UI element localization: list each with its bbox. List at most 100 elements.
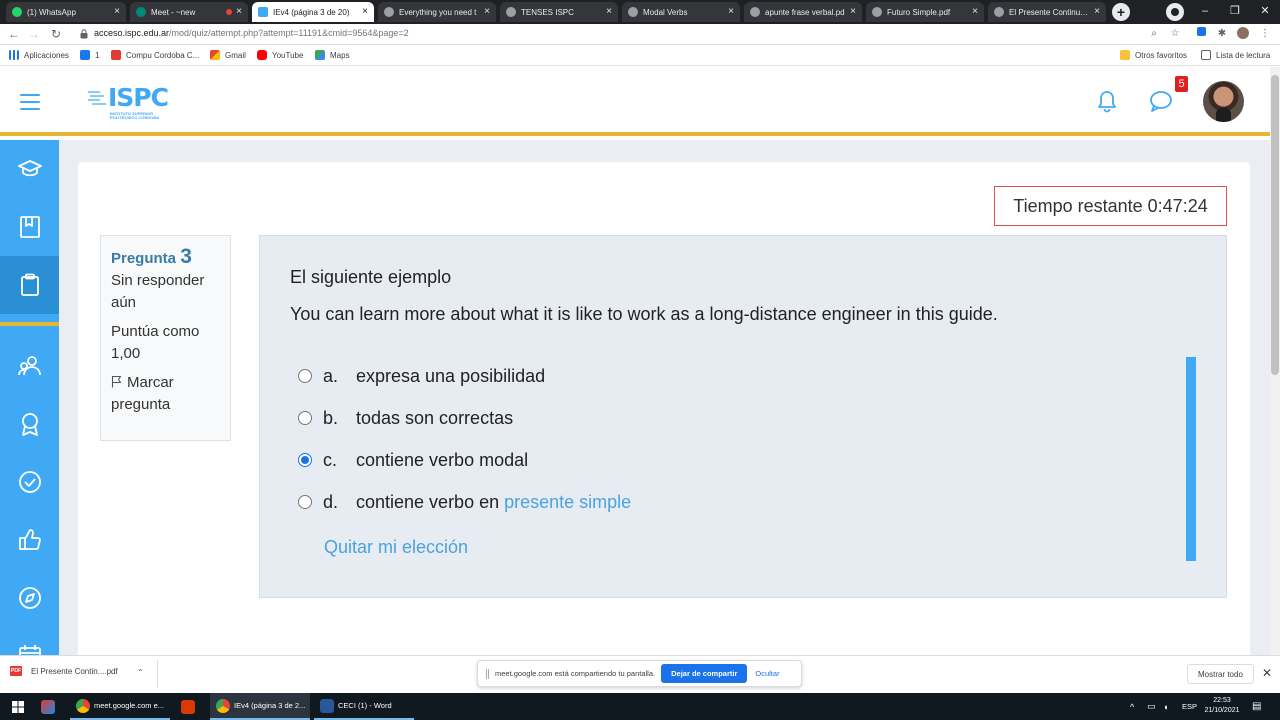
close-icon[interactable]: ×	[606, 7, 612, 17]
tab-search-icon[interactable]	[1166, 3, 1184, 21]
bell-icon[interactable]	[1096, 89, 1118, 113]
forward-icon[interactable]: →	[26, 26, 42, 42]
bookmark-facebook[interactable]: 1	[80, 50, 99, 60]
tab-everything[interactable]: Everything you need t ×	[378, 2, 496, 22]
option-link[interactable]: presente simple	[504, 492, 631, 513]
sidebar-item-assignments[interactable]	[0, 256, 59, 314]
bookmark-apps[interactable]: Aplicaciones	[9, 50, 69, 60]
tab-label: Futuro Simple.pdf	[887, 7, 951, 17]
close-icon[interactable]: ×	[1094, 7, 1100, 17]
tab-futuro[interactable]: Futuro Simple.pdf ×	[866, 2, 984, 22]
close-icon[interactable]: ×	[114, 7, 120, 17]
language-indicator[interactable]: ESP	[1182, 693, 1197, 720]
flag-question-link[interactable]: Marcar pregunta	[111, 372, 220, 416]
other-bookmarks[interactable]: Otros favoritos	[1120, 50, 1187, 60]
scrollbar-thumb[interactable]	[1271, 75, 1279, 375]
sidebar-item-competencies[interactable]	[0, 453, 59, 511]
sidebar-item-grades[interactable]	[0, 511, 59, 569]
extension-icon[interactable]	[1194, 27, 1208, 41]
chevron-up-icon[interactable]: ⌃	[137, 668, 144, 677]
lock-icon[interactable]	[80, 29, 88, 39]
facebook-icon	[80, 50, 90, 60]
url-input[interactable]: acceso.ispc.edu.ar/mod/quiz/attempt.php?…	[94, 28, 409, 38]
clock[interactable]: 22:53 21/10/2021	[1200, 696, 1244, 716]
bookmark-compu-cordoba[interactable]: Compu Cordoba C...	[111, 50, 199, 60]
tab-whatsapp[interactable]: (1) WhatsApp ×	[6, 2, 126, 22]
star-icon[interactable]: ☆	[1168, 27, 1182, 41]
bookmark-maps[interactable]: Maps	[315, 50, 350, 60]
flag-icon	[111, 375, 122, 388]
hide-button[interactable]: Ocultar	[755, 669, 779, 678]
sidebar-item-library[interactable]	[0, 198, 59, 256]
close-icon[interactable]: ×	[728, 7, 734, 17]
drag-handle-icon[interactable]	[486, 668, 489, 679]
answer-option-a[interactable]: a. expresa una posibilidad	[298, 363, 545, 389]
page-scrollbar[interactable]	[1270, 67, 1280, 655]
tab-apunte[interactable]: apunte frase verbal.pd ×	[744, 2, 862, 22]
radio-a[interactable]	[298, 369, 312, 383]
back-icon[interactable]: ←	[6, 26, 22, 42]
options-scroll-indicator[interactable]	[1186, 357, 1196, 561]
gmail-icon	[210, 50, 220, 60]
start-button[interactable]	[8, 693, 28, 720]
minimize-icon[interactable]: –	[1190, 0, 1220, 24]
taskbar-item-quiz[interactable]: IEv4 (página 3 de 2...	[210, 693, 310, 720]
question-info: Pregunta 3 Sin responder aún Puntúa como…	[100, 235, 231, 441]
sidebar-item-badges[interactable]	[0, 395, 59, 453]
bookmarks-bar: Aplicaciones 1 Compu Cordoba C... Gmail …	[0, 45, 1280, 66]
hamburger-menu-icon[interactable]	[20, 94, 40, 110]
answer-option-d[interactable]: d. contiene verbo en presente simple	[298, 489, 631, 515]
answer-option-b[interactable]: b. todas son correctas	[298, 405, 513, 431]
sidebar-item-participants[interactable]	[0, 337, 59, 395]
show-all-button[interactable]: Mostrar todo	[1187, 664, 1254, 684]
taskbar-pinned-app[interactable]	[40, 693, 60, 720]
taskbar-item-word[interactable]: CECI (1) - Word	[314, 693, 414, 720]
puzzle-icon[interactable]: ✱	[1215, 27, 1229, 41]
bookmark-youtube[interactable]: YouTube	[257, 50, 303, 60]
close-icon[interactable]: ✕	[1262, 666, 1272, 680]
close-icon[interactable]: ×	[484, 7, 490, 17]
tab-quiz[interactable]: IEv4 (página 3 de 20) ×	[252, 2, 374, 22]
download-item[interactable]: PDF El Presente Contin....pdf	[10, 666, 118, 676]
close-icon[interactable]: ×	[236, 7, 242, 17]
bookmark-gmail[interactable]: Gmail	[210, 50, 246, 60]
network-icon[interactable]: ▭	[1147, 693, 1156, 720]
tab-presente[interactable]: El Presente Continuo, p ×	[988, 2, 1106, 22]
new-tab-button[interactable]: +	[1112, 3, 1130, 21]
taskbar-office[interactable]	[180, 693, 200, 720]
option-text: contiene verbo en	[356, 491, 505, 512]
clear-choice-link[interactable]: Quitar mi elección	[324, 537, 468, 558]
tab-meet[interactable]: Meet - ~new ×	[130, 2, 248, 22]
close-icon[interactable]: ×	[362, 7, 368, 17]
globe-icon	[384, 7, 394, 17]
chat-icon[interactable]	[1148, 89, 1174, 113]
reload-icon[interactable]: ↻	[48, 26, 64, 42]
volume-icon[interactable]: ◖	[1163, 693, 1168, 720]
close-icon[interactable]: ×	[850, 7, 856, 17]
option-letter: a.	[323, 365, 339, 386]
profile-avatar-icon[interactable]	[1236, 27, 1250, 41]
radio-c[interactable]	[298, 453, 312, 467]
menu-kebab-icon[interactable]: ⋮	[1258, 27, 1272, 41]
radio-b[interactable]	[298, 411, 312, 425]
compu-cordoba-icon	[111, 50, 121, 60]
radio-d[interactable]	[298, 495, 312, 509]
sidebar-item-courses[interactable]	[0, 140, 59, 198]
close-icon[interactable]: ×	[972, 7, 978, 17]
ispc-logo[interactable]: ISPC INSTITUTO SUPERIOR POLITÉCNICO CÓRDO…	[88, 83, 169, 121]
tab-modal-verbs[interactable]: Modal Verbs ×	[622, 2, 740, 22]
reading-list[interactable]: Lista de lectura	[1201, 50, 1270, 60]
zoom-icon[interactable]: ⌕	[1147, 27, 1161, 41]
stop-sharing-button[interactable]: Dejar de compartir	[661, 664, 748, 683]
notifications-icon[interactable]: ▤	[1252, 693, 1261, 720]
bookmark-label: 1	[95, 50, 100, 60]
tab-tenses[interactable]: TENSES ISPC ×	[500, 2, 618, 22]
sidebar-item-explore[interactable]	[0, 569, 59, 627]
taskbar-item-meet[interactable]: meet.google.com e...	[70, 693, 170, 720]
folder-icon	[1120, 50, 1130, 60]
avatar[interactable]	[1203, 81, 1244, 122]
answer-option-c[interactable]: c. contiene verbo modal	[298, 447, 528, 473]
tray-chevron-icon[interactable]: ^	[1130, 693, 1134, 720]
window-close-icon[interactable]: ✕	[1250, 0, 1280, 24]
maximize-icon[interactable]: ❐	[1220, 0, 1250, 24]
